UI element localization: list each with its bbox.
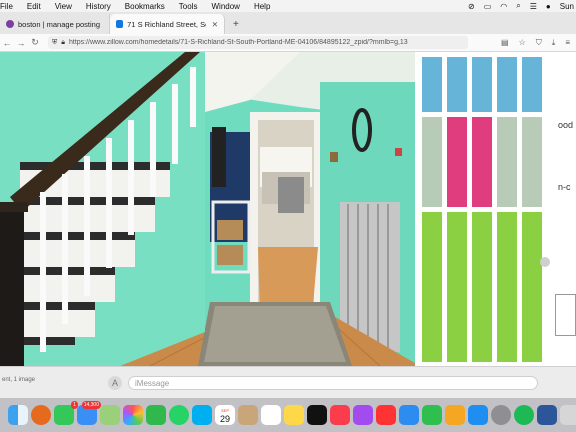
tab-label: 71 S Richland Street, South Port <box>127 19 206 29</box>
calendar-icon[interactable]: SEP 29 <box>215 405 235 425</box>
search-icon[interactable]: ⌕ <box>516 1 520 11</box>
reload-icon[interactable]: ↻ <box>28 37 42 48</box>
navigation-bar: ← → ↻ ⛨ 🔒︎ https://www.zillow.com/homede… <box>0 34 576 52</box>
file-menu[interactable]: File <box>0 2 13 11</box>
menu-bar: File Edit View History Bookmarks Tools W… <box>0 0 576 12</box>
help-menu[interactable]: Help <box>254 2 270 11</box>
news-icon[interactable] <box>376 405 396 425</box>
pages-icon[interactable] <box>445 405 465 425</box>
tab-zillow[interactable]: 71 S Richland Street, South Port ✕ <box>110 14 225 34</box>
side-text-1: ood <box>558 120 574 130</box>
hallway-photo-image <box>0 52 556 366</box>
url-text: https://www.zillow.com/homedetails/71-S-… <box>68 39 408 46</box>
control-center-icon[interactable]: ☰ <box>530 2 537 11</box>
maps-icon[interactable] <box>100 405 120 425</box>
mail-badge: 14,300 <box>81 401 101 409</box>
address-bar[interactable]: ⛨ 🔒︎ https://www.zillow.com/homedetails/… <box>48 36 468 49</box>
delivery-note: ent, 1 image <box>2 377 36 383</box>
reminders-icon[interactable] <box>261 405 281 425</box>
window-menu[interactable]: Window <box>211 2 239 11</box>
screen-icon[interactable]: ▭ <box>484 2 492 11</box>
menu-icon[interactable]: ≡ <box>565 38 570 48</box>
app-store-icon[interactable] <box>468 405 488 425</box>
siri-icon[interactable]: ● <box>546 2 551 11</box>
facetime-icon[interactable] <box>146 405 166 425</box>
edit-menu[interactable]: Edit <box>27 2 41 11</box>
craigslist-icon <box>6 20 14 28</box>
page-content: ood n-c im <box>0 52 576 366</box>
view-menu[interactable]: View <box>55 2 72 11</box>
vpn-icon[interactable]: ⊘ <box>468 2 475 11</box>
tv-icon[interactable] <box>307 405 327 425</box>
apps-icon[interactable]: A <box>108 376 122 390</box>
calendar-day: 29 <box>219 414 230 424</box>
messages-icon[interactable]: 1 <box>54 401 78 425</box>
bookmark-star-icon[interactable]: ☆ <box>519 38 526 48</box>
reader-icon[interactable]: ▤ <box>501 38 509 48</box>
pocket-icon[interactable]: ⛉ <box>536 38 542 48</box>
imessage-compose-bar: ent, 1 image A iMessage <box>0 366 576 398</box>
tab-craigslist[interactable]: boston | manage posting <box>0 14 110 34</box>
close-tab-icon[interactable]: ✕ <box>212 20 218 29</box>
download-icon[interactable]: ⤓ <box>552 38 556 48</box>
back-icon[interactable]: ← <box>0 38 14 48</box>
firefox-icon[interactable] <box>31 405 51 425</box>
imessage-input[interactable]: iMessage <box>128 376 538 390</box>
clock[interactable]: Sun <box>560 2 574 11</box>
music-icon[interactable] <box>330 405 350 425</box>
mail-icon[interactable]: 14,300 <box>77 401 101 425</box>
status-area: ⊘ ▭ ◠ ⌕ ☰ ● Sun <box>468 0 574 12</box>
numbers-icon[interactable] <box>422 405 442 425</box>
trash-icon[interactable] <box>560 405 576 425</box>
zillow-icon <box>116 20 124 28</box>
skype-icon[interactable] <box>192 405 212 425</box>
new-tab-button[interactable]: + <box>225 14 247 34</box>
spotify-icon[interactable] <box>514 405 534 425</box>
forward-icon[interactable]: → <box>14 38 28 48</box>
history-menu[interactable]: History <box>86 2 111 11</box>
screenshot-thumbnail[interactable] <box>555 294 576 336</box>
tab-bar: boston | manage posting 71 S Richland St… <box>0 12 576 34</box>
photos-icon[interactable] <box>123 405 143 425</box>
finder-icon[interactable] <box>8 405 28 425</box>
whatsapp-icon[interactable] <box>169 405 189 425</box>
podcasts-icon[interactable] <box>353 405 373 425</box>
system-preferences-icon[interactable] <box>491 405 511 425</box>
wifi-icon[interactable]: ◠ <box>500 2 507 11</box>
contacts-icon[interactable] <box>238 405 258 425</box>
notes-icon[interactable] <box>284 405 304 425</box>
dock: 1 14,300 SEP 29 <box>0 398 576 432</box>
word-icon[interactable] <box>537 405 557 425</box>
tab-label: boston | manage posting <box>18 19 101 29</box>
side-text-2: n-c <box>558 182 571 192</box>
tools-menu[interactable]: Tools <box>179 2 198 11</box>
keynote-icon[interactable] <box>399 405 419 425</box>
listing-photo-hallway[interactable] <box>0 52 556 366</box>
lock-icon[interactable]: 🔒︎ <box>61 39 65 47</box>
shield-icon[interactable]: ⛨ <box>52 39 57 47</box>
bookmarks-menu[interactable]: Bookmarks <box>125 2 165 11</box>
